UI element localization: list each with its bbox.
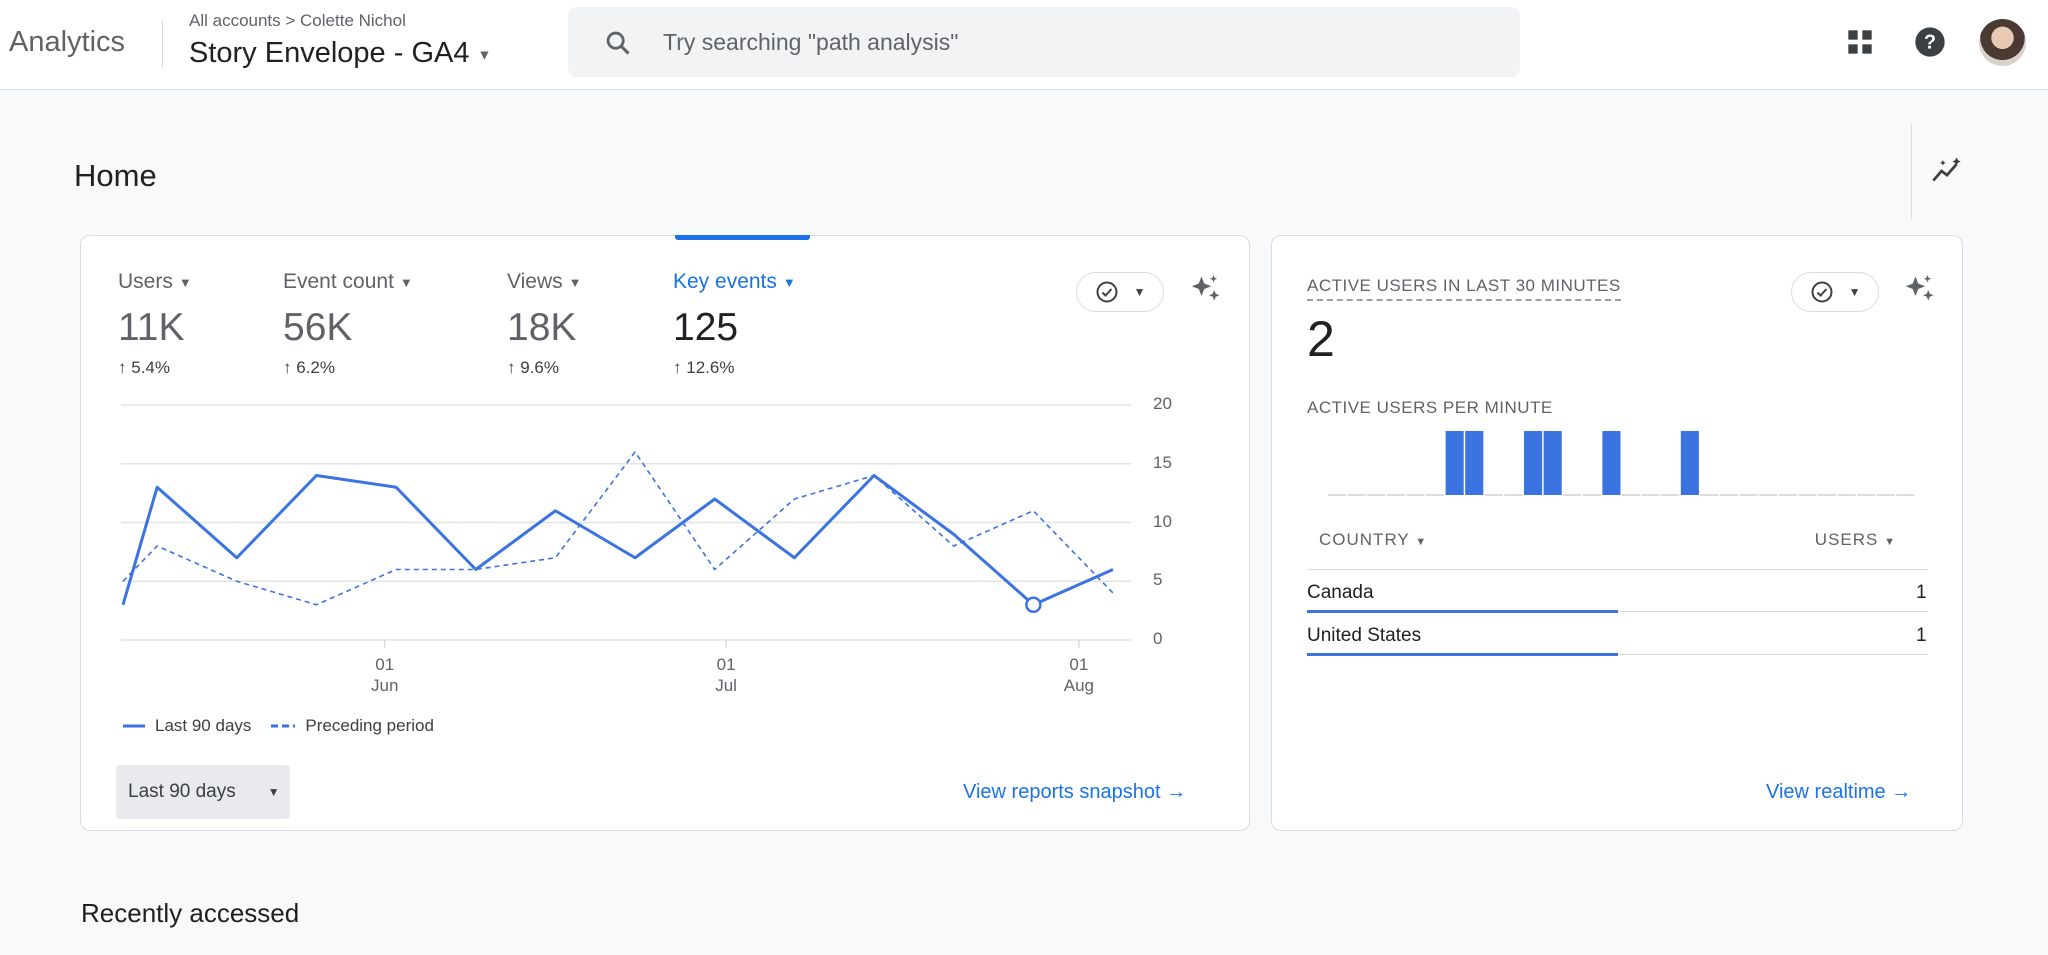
minute-bar-empty <box>1759 494 1778 496</box>
per-minute-label: ACTIVE USERS PER MINUTE <box>1307 398 1553 417</box>
minute-bar-empty <box>1347 494 1366 496</box>
view-reports-snapshot-link[interactable]: View reports snapshot → <box>963 781 1186 804</box>
apps-grid-icon[interactable] <box>1846 28 1874 56</box>
y-tick-label: 0 <box>1153 629 1163 648</box>
minute-bar-empty <box>1720 494 1739 496</box>
minute-bar-empty <box>1641 494 1660 496</box>
users-cell: 1 <box>1916 582 1927 603</box>
minute-bar-empty <box>1622 494 1641 496</box>
minute-bar-empty <box>1818 494 1837 496</box>
divider <box>1307 569 1928 570</box>
minute-bar[interactable] <box>1524 431 1543 495</box>
minute-bar[interactable] <box>1680 431 1699 495</box>
y-tick-label: 5 <box>1153 570 1163 590</box>
active-users-value: 2 <box>1307 311 1335 367</box>
arrow-right-icon: → <box>1166 781 1187 803</box>
share-bar <box>1307 610 1618 613</box>
country-column-header[interactable]: COUNTRY ▼ <box>1319 530 1427 550</box>
per-minute-bar-chart <box>1328 431 1915 496</box>
minute-bar[interactable] <box>1445 431 1464 495</box>
date-range-dropdown[interactable]: Last 90 days ▼ <box>116 765 290 819</box>
recently-accessed-heading: Recently accessed <box>81 898 300 928</box>
realtime-title[interactable]: ACTIVE USERS IN LAST 30 MINUTES <box>1307 276 1621 301</box>
legend-label: Preceding period <box>305 716 434 735</box>
hover-point-marker[interactable] <box>1025 596 1042 613</box>
minute-bar-empty <box>1582 494 1601 496</box>
minute-bar-empty <box>1739 494 1758 496</box>
legend-solid-swatch <box>123 724 145 728</box>
sparkle-icon[interactable] <box>1902 272 1938 308</box>
caret-down-icon: ▼ <box>1848 285 1861 299</box>
divider <box>1911 124 1912 219</box>
arrow-right-icon: → <box>1891 781 1912 803</box>
legend-dashed-swatch <box>271 724 296 728</box>
legend-label: Last 90 days <box>155 716 252 735</box>
caret-down-icon: ▼ <box>1415 536 1428 548</box>
divider <box>1618 654 1928 655</box>
insights-icon[interactable] <box>1930 156 1964 186</box>
minute-bar-empty <box>1406 494 1425 496</box>
series-line-last-90-days <box>121 474 1114 607</box>
minute-bar-empty <box>1426 494 1445 496</box>
minute-bar-empty <box>1386 494 1405 496</box>
x-tick-label: 01 Aug <box>1063 655 1094 695</box>
minute-bar-empty <box>1504 494 1523 496</box>
users-column-header[interactable]: USERS ▼ <box>1815 530 1896 550</box>
users-cell: 1 <box>1916 625 1927 646</box>
minute-bar[interactable] <box>1465 431 1484 495</box>
minute-bar-empty <box>1837 494 1856 496</box>
share-bar <box>1307 653 1618 656</box>
minute-bar-empty <box>1876 494 1895 496</box>
minute-bar-empty <box>1484 494 1503 496</box>
compare-dropdown[interactable]: ▼ <box>1791 272 1879 312</box>
chart-legend: Last 90 days Preceding period <box>123 716 434 736</box>
minute-bar[interactable] <box>1602 431 1621 495</box>
y-tick-label: 10 <box>1153 511 1172 531</box>
x-tick-label: 01 Jun <box>371 655 399 695</box>
check-circle-icon <box>1811 281 1833 303</box>
minute-bar-empty <box>1661 494 1680 496</box>
minute-bar-empty <box>1367 494 1386 496</box>
minute-bar-empty <box>1328 494 1347 496</box>
country-cell[interactable]: Canada <box>1307 582 1374 604</box>
line-chart <box>121 404 1131 648</box>
help-icon[interactable]: ? <box>1914 26 1946 58</box>
view-realtime-link[interactable]: View realtime → <box>1766 781 1911 804</box>
minute-bar-empty <box>1700 494 1719 496</box>
minute-bar-empty <box>1563 494 1582 496</box>
y-tick-label: 20 <box>1153 394 1172 413</box>
caret-down-icon: ▼ <box>1884 536 1896 548</box>
x-tick-label: 01 Jul <box>715 655 737 695</box>
svg-text:?: ? <box>1924 32 1936 54</box>
divider <box>1618 611 1928 612</box>
minute-bar-empty <box>1857 494 1876 496</box>
avatar[interactable] <box>1979 19 2026 66</box>
caret-down-icon: ▼ <box>267 785 280 799</box>
country-cell[interactable]: United States <box>1307 625 1421 647</box>
minute-bar-empty <box>1896 494 1915 496</box>
y-tick-label: 15 <box>1153 452 1172 472</box>
minute-bar[interactable] <box>1543 431 1562 495</box>
minute-bar-empty <box>1778 494 1797 496</box>
minute-bar-empty <box>1798 494 1817 496</box>
date-range-label: Last 90 days <box>128 781 236 802</box>
